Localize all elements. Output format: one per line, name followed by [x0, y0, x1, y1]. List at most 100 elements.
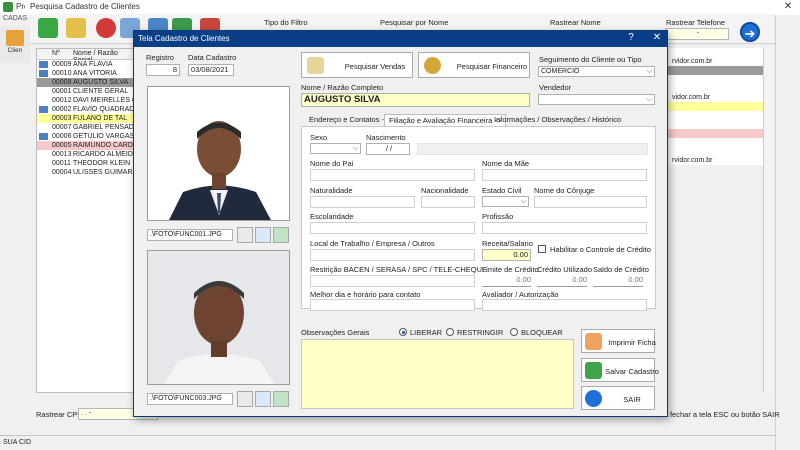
go-arrow-icon[interactable]: ➔ [740, 22, 760, 42]
sidebar-clientes-label: Clien [7, 47, 23, 54]
edit-icon[interactable] [66, 18, 86, 38]
table-row[interactable]: 00001 CLIENTE GERAL [37, 87, 135, 96]
bloquear-radio[interactable] [510, 328, 518, 336]
table-row[interactable]: 00007 GABRIEL PENSADO [37, 123, 135, 132]
nacionalidade-label: Nacionalidade [421, 186, 469, 195]
row-name: GABRIEL PENSADO [73, 124, 136, 131]
client-photo-2 [147, 250, 290, 385]
dialog-help-icon[interactable]: ? [624, 32, 638, 43]
trabalho-label: Local de Trabalho / Empresa / Outros [310, 239, 435, 248]
row-code: 00004 [52, 169, 72, 176]
row-marker-icon [39, 151, 48, 158]
liberar-radio[interactable] [399, 328, 407, 336]
sidebar-clientes[interactable]: Clien [0, 27, 30, 63]
tab-filiacao[interactable]: Filiação e Avaliação Financeira -> [384, 114, 507, 126]
table-row[interactable]: 00002 FLAVIO QUADRADO [37, 105, 135, 114]
upload-icon[interactable] [273, 227, 289, 243]
upload-icon[interactable] [273, 391, 289, 407]
trabalho-field[interactable] [310, 249, 475, 261]
restricao-field[interactable] [310, 275, 475, 287]
table-row[interactable]: 00004 ULISSES GUIMARAE [37, 168, 135, 177]
naturalidade-field[interactable] [310, 196, 415, 208]
conjuge-label: Nome do Cônjuge [534, 186, 595, 195]
table-row[interactable]: 00010 ANA VITORIA [37, 69, 135, 78]
table-row[interactable]: 00011 THEODOR KLEIN [37, 159, 135, 168]
row-email-cell [668, 120, 763, 129]
row-code: 00013 [52, 151, 72, 158]
row-name: ANA VITORIA [73, 70, 117, 77]
tab-endereco[interactable]: Endereço e Contatos -> [305, 114, 392, 126]
row-code: 00003 [52, 115, 72, 122]
table-row[interactable]: 00012 DAVI MEIRELLES QU [37, 96, 135, 105]
table-row[interactable]: 00009 ANA FLAVIA [37, 60, 135, 69]
photo1-path-field[interactable]: .\FOTO\FUNC001.JPG [147, 229, 233, 241]
row-marker-icon [39, 169, 48, 176]
escolaridade-field[interactable] [310, 222, 475, 234]
row-code: 00005 [52, 142, 72, 149]
habilitar-credito-label: Habilitar o Controle de Crédito [550, 245, 651, 254]
row-name: FLAVIO QUADRADO [73, 106, 136, 113]
search-finance-button[interactable]: Pesquisar Financeiro [418, 52, 530, 78]
filter-type-label: Tipo do Filtro [264, 18, 308, 27]
melhor-dia-field[interactable] [310, 299, 475, 311]
row-marker-icon [39, 160, 48, 167]
table-row[interactable]: 00003 FULANO DE TAL [37, 114, 135, 123]
row-marker-icon [39, 106, 48, 113]
table-row[interactable]: 00013 RICARDO ALMEIDA [37, 150, 135, 159]
add-icon[interactable] [38, 18, 58, 38]
receita-label: Receita/Salario [482, 239, 533, 248]
avaliador-field[interactable] [482, 299, 647, 311]
print-card-button[interactable]: Imprimir Ficha [581, 329, 656, 353]
data-cadastro-field[interactable]: 03/08/2021 [188, 64, 234, 76]
table-row[interactable]: 00005RAIMUNDO CARDOS [37, 141, 135, 150]
seguimento-label: Seguimento do Cliente ou Tipo [539, 55, 642, 64]
grid-scrollbar[interactable] [763, 48, 773, 393]
row-email-cell [668, 138, 763, 147]
registro-label: Registro [146, 53, 174, 62]
row-name: ULISSES GUIMARAE [73, 169, 136, 176]
estado-civil-select[interactable]: ⌵ [482, 196, 529, 207]
pai-field[interactable] [310, 169, 475, 181]
zoom-icon[interactable] [255, 227, 271, 243]
habilitar-credito-checkbox[interactable] [538, 245, 546, 253]
seguimento-select[interactable]: COMERCIO ⌵ [538, 66, 655, 77]
receita-field[interactable]: 0.00 [482, 249, 531, 261]
seguimento-value: COMERCIO [541, 68, 580, 75]
profissao-label: Profissão [482, 212, 514, 221]
save-button[interactable]: Salvar Cadastro [581, 358, 659, 382]
close-button[interactable]: ✕ [781, 1, 795, 12]
nome-field[interactable]: AUGUSTO SILVA [301, 93, 530, 107]
grid-col-num: Nº [52, 50, 60, 57]
search-sales-button[interactable]: Pesquisar Vendas [301, 52, 413, 78]
sexo-select[interactable]: ⌵ [310, 143, 361, 154]
delete-icon[interactable] [96, 18, 116, 38]
mae-field[interactable] [482, 169, 647, 181]
obs-textarea[interactable] [301, 339, 574, 409]
dialog-close-button[interactable]: ✕ [650, 32, 664, 43]
grid-header: Nº Nome / Razão Social [37, 49, 135, 64]
vendedor-select[interactable]: ⌵ [538, 94, 655, 105]
restringir-radio[interactable] [446, 328, 454, 336]
zoom-icon[interactable] [255, 391, 271, 407]
chevron-down-icon: ⌵ [520, 198, 526, 205]
row-code: 00009 [52, 61, 72, 68]
obs-label: Observações Gerais [301, 328, 370, 337]
sexo-label: Sexo [310, 133, 328, 142]
vendedor-label: Vendedor [539, 83, 572, 92]
nascimento-label: Nascimento [366, 133, 406, 142]
photo2-path-field[interactable]: .\FOTO\FUNC003.JPG [147, 393, 233, 405]
camera-icon[interactable] [237, 391, 253, 407]
tab-informacoes[interactable]: Informações / Observações / Histórico [490, 114, 625, 126]
exit-button[interactable]: SAIR [581, 386, 655, 410]
profissao-field[interactable] [482, 222, 647, 234]
conjuge-field[interactable] [534, 196, 647, 208]
row-email-cell [668, 147, 763, 156]
utilizado-field: 0.00 [537, 275, 587, 287]
nascimento-field[interactable]: / / [366, 143, 410, 155]
table-row[interactable]: 00006 GETULIO VARGAS [37, 132, 135, 141]
track-phone-input[interactable]: - [665, 28, 729, 40]
table-row[interactable]: 00008 AUGUSTO SILVA [37, 78, 135, 87]
camera-icon[interactable] [237, 227, 253, 243]
nacionalidade-field[interactable] [421, 196, 475, 208]
naturalidade-label: Naturalidade [310, 186, 353, 195]
